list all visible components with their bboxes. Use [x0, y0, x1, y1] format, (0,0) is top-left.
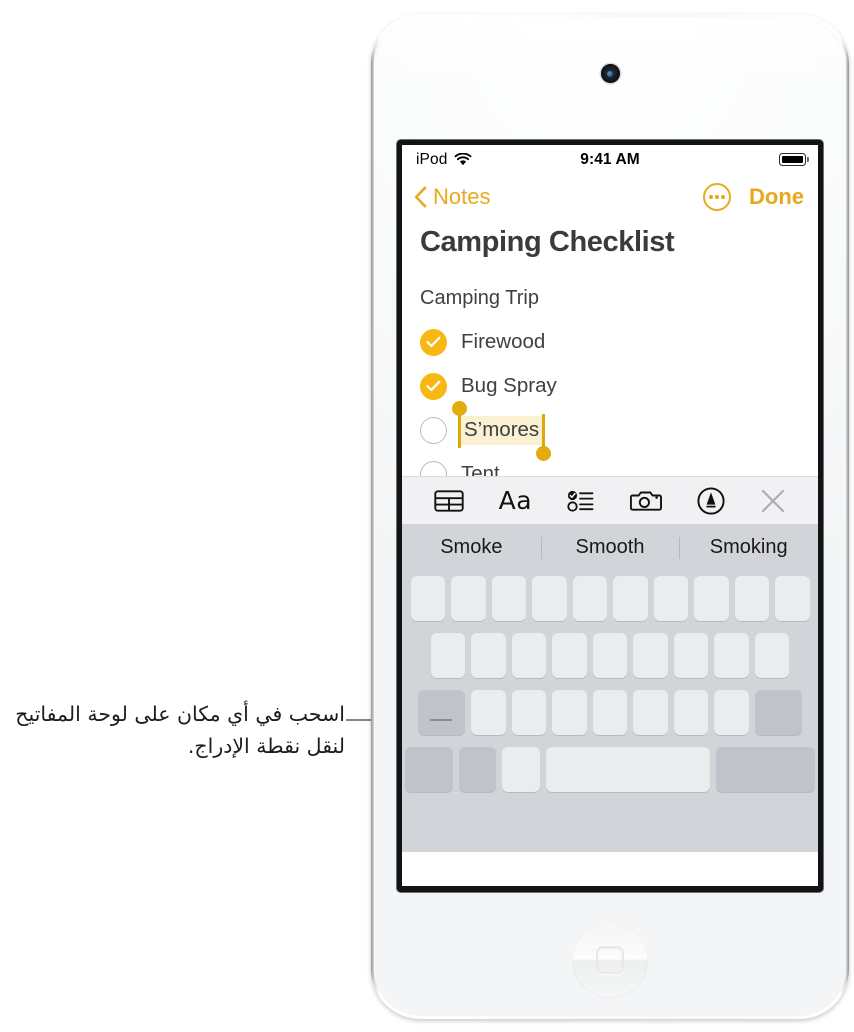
checklist-item-label: Bug Spray — [461, 374, 557, 397]
battery-cap — [806, 157, 809, 162]
camera-icon[interactable] — [630, 489, 663, 513]
key-blank[interactable] — [572, 576, 607, 621]
callout-text: اسحب في أي مكان على لوحة المفاتيح لنقل ن… — [15, 702, 345, 758]
key-blank[interactable] — [633, 633, 668, 678]
note-title: Camping Checklist — [420, 226, 675, 258]
key-blank[interactable] — [613, 576, 648, 621]
keyboard-row — [405, 576, 815, 621]
onscreen-keyboard-trackpad[interactable] — [402, 571, 818, 852]
status-bar-right — [779, 153, 809, 166]
key-blank[interactable] — [430, 633, 466, 678]
checklist-item-label-selected: S’mores — [452, 400, 552, 461]
suggestion-item[interactable]: Smoking — [679, 536, 818, 559]
home-button-square — [596, 946, 624, 974]
screenshot-root: اسحب في أي مكان على لوحة المفاتيح لنقل ن… — [0, 0, 854, 1032]
camera-lens — [607, 70, 613, 77]
checkmark-icon — [426, 380, 441, 392]
navigation-bar: Notes Done — [402, 174, 818, 220]
selection-handle-start-knob[interactable] — [452, 400, 467, 416]
key-blank[interactable] — [592, 633, 628, 678]
key-blank[interactable] — [552, 690, 587, 735]
navigation-bar-right: Done — [703, 183, 804, 211]
home-button-icon[interactable] — [572, 922, 648, 998]
key-blank[interactable] — [410, 576, 445, 621]
checklist-item[interactable]: Bug Spray — [420, 364, 802, 408]
checklist-item[interactable]: Tent — [420, 452, 802, 476]
space-key[interactable] — [545, 747, 711, 792]
back-to-notes-button[interactable]: Notes — [414, 184, 490, 210]
device-screen: iPod 9:41 AM Notes Done Camping Checklis… — [402, 145, 818, 886]
key-blank[interactable] — [714, 633, 749, 678]
back-button-label: Notes — [433, 184, 491, 209]
text-format-icon[interactable]: Aa — [499, 486, 532, 515]
ellipsis-dot — [721, 195, 725, 199]
key-blank[interactable] — [592, 690, 628, 735]
key-blank[interactable] — [633, 690, 668, 735]
shift-key[interactable] — [418, 690, 466, 735]
ellipsis-circle-icon[interactable] — [703, 183, 731, 211]
key-blank[interactable] — [471, 633, 506, 678]
selection-handle-end-bar[interactable] — [542, 413, 546, 448]
selection-handle-start-bar[interactable] — [458, 413, 461, 448]
dictation-key[interactable] — [502, 747, 540, 792]
suggestion-item[interactable]: Smoke — [402, 536, 541, 559]
key-blank[interactable] — [491, 576, 526, 621]
status-bar: iPod 9:41 AM — [402, 145, 818, 174]
note-content[interactable]: Camping Checklist Camping Trip Firewood — [402, 220, 818, 476]
key-blank[interactable] — [754, 633, 790, 678]
note-format-toolbar: Aa — [402, 476, 818, 524]
checkbox-checked-icon[interactable] — [420, 328, 447, 356]
key-blank[interactable] — [511, 633, 547, 678]
checkbox-unchecked-icon[interactable] — [420, 460, 447, 476]
table-icon[interactable] — [433, 489, 464, 513]
battery-fill — [781, 155, 804, 164]
key-blank[interactable] — [451, 576, 486, 621]
callout-leader-line-overlay — [430, 719, 452, 721]
ellipsis-dot — [709, 195, 713, 199]
return-key[interactable] — [716, 747, 815, 792]
key-blank[interactable] — [775, 576, 810, 621]
ipod-touch-device: iPod 9:41 AM Notes Done Camping Checklis… — [371, 14, 849, 1019]
screen-bezel: iPod 9:41 AM Notes Done Camping Checklis… — [397, 140, 823, 892]
note-subtitle: Camping Trip — [420, 287, 539, 309]
chevron-left-icon — [414, 186, 427, 208]
emoji-key[interactable] — [458, 747, 497, 792]
checklist-item-label: Tent — [461, 462, 500, 476]
checklist-item-label: Firewood — [461, 330, 546, 353]
key-blank[interactable] — [653, 576, 688, 621]
predictive-text-bar: Smoke Smooth Smoking — [402, 524, 818, 571]
checkbox-unchecked-icon[interactable] — [420, 416, 447, 444]
keyboard-row — [405, 747, 815, 792]
carrier-label: iPod — [416, 150, 448, 168]
key-blank[interactable] — [714, 690, 749, 735]
keyboard-row — [405, 690, 815, 735]
key-blank[interactable] — [471, 690, 506, 735]
suggestion-item[interactable]: Smooth — [540, 536, 680, 559]
checkmark-icon — [426, 336, 441, 348]
status-bar-left: iPod — [416, 151, 472, 169]
key-blank[interactable] — [532, 576, 567, 621]
key-blank[interactable] — [552, 633, 587, 678]
front-camera-icon — [600, 64, 620, 83]
key-blank[interactable] — [511, 690, 547, 735]
key-blank[interactable] — [734, 576, 769, 621]
wifi-icon — [454, 153, 472, 166]
selected-text: S’mores — [464, 417, 540, 441]
done-button[interactable]: Done — [749, 184, 804, 210]
battery-full-icon — [779, 153, 809, 166]
key-blank[interactable] — [673, 690, 709, 735]
checkbox-checked-icon[interactable] — [420, 372, 447, 400]
key-blank[interactable] — [694, 576, 729, 621]
delete-key[interactable] — [754, 690, 802, 735]
checklist-icon[interactable] — [567, 489, 595, 513]
checklist-item[interactable]: Firewood — [420, 320, 802, 364]
key-blank[interactable] — [673, 633, 709, 678]
checklist-item-selected[interactable]: S’mores — [420, 400, 802, 461]
ellipsis-dot — [715, 195, 719, 199]
markup-pen-icon[interactable] — [697, 486, 725, 515]
keyboard-row — [405, 633, 815, 678]
numbers-key[interactable] — [405, 747, 453, 792]
close-icon[interactable] — [760, 488, 786, 514]
